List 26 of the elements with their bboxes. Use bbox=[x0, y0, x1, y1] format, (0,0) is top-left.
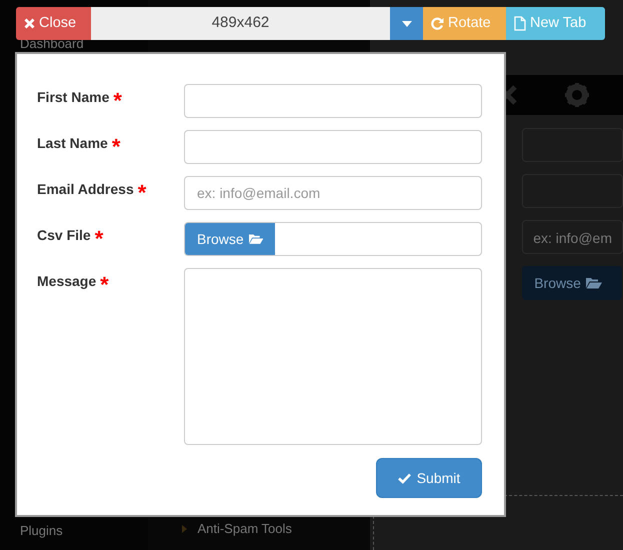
check-icon bbox=[398, 472, 411, 484]
required-mark: * bbox=[94, 226, 104, 251]
required-mark: * bbox=[100, 272, 109, 297]
required-mark: * bbox=[138, 180, 146, 205]
browse-button[interactable]: Browse bbox=[185, 223, 275, 255]
browse-button[interactable]: Browse bbox=[522, 266, 622, 300]
folder-icon bbox=[586, 277, 602, 289]
required-mark: * bbox=[113, 88, 122, 113]
size-display: 489x462 bbox=[91, 7, 390, 40]
caret-icon bbox=[402, 20, 412, 26]
caret-icon bbox=[182, 524, 188, 532]
folder-icon bbox=[248, 233, 263, 245]
sidebar-item[interactable]: Plugins bbox=[20, 523, 63, 538]
file-field[interactable]: Browse bbox=[184, 222, 482, 256]
submenu-item[interactable]: Anti-Spam Tools bbox=[182, 521, 292, 536]
new-tab-button[interactable]: New Tab bbox=[506, 7, 605, 40]
rotate-button[interactable]: Rotate bbox=[423, 7, 506, 40]
settings-icon[interactable] bbox=[564, 82, 590, 108]
close-button[interactable]: Close bbox=[16, 7, 91, 40]
file-icon bbox=[514, 16, 526, 31]
message-field[interactable] bbox=[184, 268, 482, 445]
dropdown-button[interactable] bbox=[390, 7, 423, 40]
required-mark: * bbox=[112, 134, 120, 159]
rotate-icon bbox=[431, 17, 444, 30]
submit-button[interactable]: Submit bbox=[376, 458, 482, 498]
input-field[interactable]: ex: info@em bbox=[522, 220, 623, 254]
